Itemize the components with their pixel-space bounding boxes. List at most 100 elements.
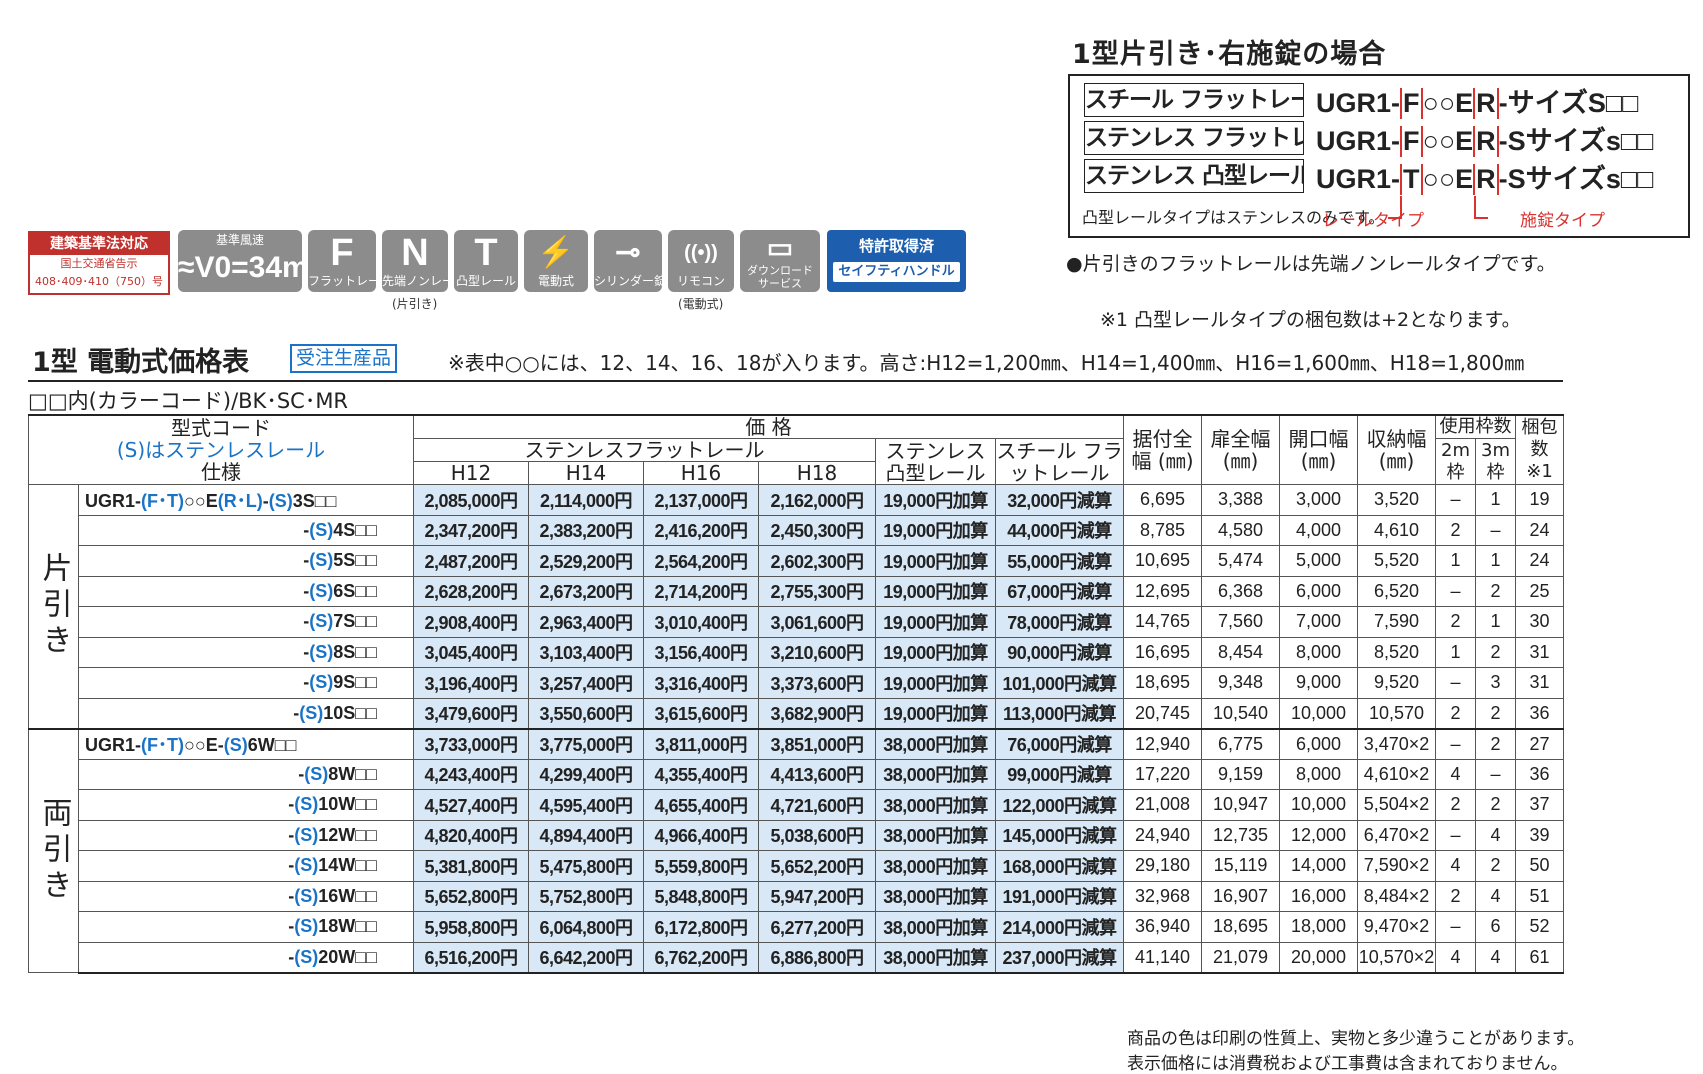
door-width: 8,454 (1201, 636, 1281, 668)
price-h18: 2,450,300円 (758, 514, 876, 546)
convex-adjustment: 19,000円加算 (875, 667, 996, 699)
price-h12: 2,347,200円 (413, 514, 529, 546)
h18-header: H18 (758, 461, 876, 485)
table-row: -(S)10S□□ 3,479,600円 3,550,600円 3,615,600円 3… (29, 697, 1565, 730)
pack-header: 梱包 数 ※1 (1515, 414, 1565, 485)
flat-rail-label: フラットレール (308, 274, 376, 288)
non-rail-icon: N 先端ノンレール (382, 230, 448, 292)
table-row: -(S)12W□□ 4,820,400円 4,894,400円 4,966,400円 5… (29, 819, 1565, 851)
model-code: -(S)20W□□ (78, 941, 414, 974)
frame-2m-count: 2 (1435, 697, 1477, 730)
price-h12: 3,479,600円 (413, 697, 529, 730)
price-h14: 2,114,000円 (528, 484, 644, 516)
steel-adjustment: 214,000円減算 (994, 911, 1125, 943)
height-note: ※表中○○には、12、14、16、18が入ります。高さ:H12=1,200㎜、H… (448, 351, 1525, 375)
storage-width: 5,504×2 (1357, 789, 1437, 821)
price-h16: 3,811,000円 (643, 727, 759, 760)
page-title: 1型 電動式価格表 (32, 347, 250, 378)
packing-note: ※1 凸型レールタイプの梱包数は+2となります。 (1100, 309, 1521, 331)
frame-3m-count: 2 (1475, 697, 1517, 730)
price-h18: 3,682,900円 (758, 697, 876, 730)
pack-count: 24 (1515, 545, 1565, 577)
pack-count: 27 (1515, 727, 1565, 760)
code-value: UGR1- T ○○E R -Sサイズs□□ (1316, 163, 1654, 195)
price-header: 価 格 (412, 414, 1125, 439)
price-h16: 6,762,200円 (643, 941, 759, 974)
footer-tax-note: 表示価格には消費税および工事費は含まれておりません。 (1127, 1054, 1568, 1074)
code-label: ステンレス フラットレール (1084, 121, 1304, 155)
storage-width: 4,610×2 (1357, 758, 1437, 790)
non-rail-label: 先端ノンレール (382, 274, 448, 288)
price-h18: 2,162,000円 (758, 484, 876, 516)
pack-count: 31 (1515, 636, 1565, 668)
lock-type-leader (1474, 196, 1476, 218)
price-h16: 2,137,000円 (643, 484, 759, 516)
price-h12: 6,516,200円 (413, 941, 529, 974)
frame-3m-count: 1 (1475, 484, 1517, 516)
install-width: 36,940 (1123, 911, 1203, 943)
electric-icon: ⚡ 電動式 (524, 230, 588, 292)
install-width-header: 据付全幅 (㎜) (1123, 414, 1203, 485)
flat-rail-icon: F フラットレール (308, 230, 376, 292)
frame-2m-count: – (1435, 727, 1477, 760)
non-rail-sub: (片引き) (392, 297, 438, 311)
frame-3m-count: 4 (1475, 880, 1517, 912)
install-width: 24,940 (1123, 819, 1203, 851)
frame-2m-count: 4 (1435, 850, 1477, 882)
convex-adjustment: 38,000円加算 (875, 911, 996, 943)
steel-adjustment: 237,000円減算 (994, 941, 1125, 974)
convex-rail-icon: T 凸型レール (454, 230, 518, 292)
price-h16: 5,848,800円 (643, 880, 759, 912)
frame-2m-count: 4 (1435, 758, 1477, 790)
frame-3m-count: 3 (1475, 667, 1517, 699)
group-label: 両引き (28, 727, 79, 973)
price-h14: 2,673,200円 (528, 575, 644, 607)
opening-width: 16,000 (1279, 880, 1359, 912)
price-h18: 3,061,600円 (758, 606, 876, 638)
opening-width: 5,000 (1279, 545, 1359, 577)
price-h14: 4,299,400円 (528, 758, 644, 790)
frame-2m-count: – (1435, 819, 1477, 851)
steel-adjustment: 67,000円減算 (994, 575, 1125, 607)
storage-width: 9,520 (1357, 667, 1437, 699)
made-to-order-badge: 受注生産品 (290, 344, 398, 373)
install-width: 10,695 (1123, 545, 1203, 577)
steel-adjustment: 122,000円減算 (994, 789, 1125, 821)
price-h18: 2,602,300円 (758, 545, 876, 577)
table-row: -(S)18W□□ 5,958,800円 6,064,800円 6,172,800円 6… (29, 911, 1565, 943)
table-row: -(S)7S□□ 2,908,400円 2,963,400円 3,010,400円 3,… (29, 606, 1565, 638)
price-h18: 2,755,300円 (758, 575, 876, 607)
opening-width: 18,000 (1279, 911, 1359, 943)
frame-2m-count: 1 (1435, 545, 1477, 577)
install-width: 6,695 (1123, 484, 1203, 516)
table-row: -(S)5S□□ 2,487,200円 2,529,200円 2,564,200円 2,… (29, 545, 1565, 577)
door-width: 6,775 (1201, 727, 1281, 760)
table-row: -(S)20W□□ 6,516,200円 6,642,200円 6,762,200円 6… (29, 941, 1565, 974)
steel-adjustment: 32,000円減算 (994, 484, 1125, 516)
steel-adjustment: 90,000円減算 (994, 636, 1125, 668)
storage-width: 8,484×2 (1357, 880, 1437, 912)
price-h12: 5,381,800円 (413, 850, 529, 882)
table-row: -(S)10W□□ 4,527,400円 4,595,400円 4,655,400円 4… (29, 789, 1565, 821)
opening-width: 6,000 (1279, 727, 1359, 760)
price-h16: 3,010,400円 (643, 606, 759, 638)
price-h16: 3,615,600円 (643, 697, 759, 730)
pack-count: 31 (1515, 667, 1565, 699)
price-h12: 4,527,400円 (413, 789, 529, 821)
storage-width: 7,590×2 (1357, 850, 1437, 882)
opening-width: 8,000 (1279, 758, 1359, 790)
door-width: 9,348 (1201, 667, 1281, 699)
h14-header: H14 (528, 461, 644, 485)
law-badge-line3: 408･409･410（750）号 (35, 275, 163, 288)
price-h16: 3,156,400円 (643, 636, 759, 668)
price-h14: 3,103,400円 (528, 636, 644, 668)
price-h12: 2,085,000円 (413, 484, 529, 516)
price-h14: 2,963,400円 (528, 606, 644, 638)
price-h16: 2,416,200円 (643, 514, 759, 546)
convex-adjustment: 38,000円加算 (875, 727, 996, 760)
code-row: ステンレス 凸型レール UGR1- T ○○E R -Sサイズs□□ (1084, 158, 1654, 195)
storage-width: 5,520 (1357, 545, 1437, 577)
convex-adjustment: 19,000円加算 (875, 484, 996, 516)
model-code: -(S)10W□□ (78, 789, 414, 821)
price-h12: 2,628,200円 (413, 575, 529, 607)
